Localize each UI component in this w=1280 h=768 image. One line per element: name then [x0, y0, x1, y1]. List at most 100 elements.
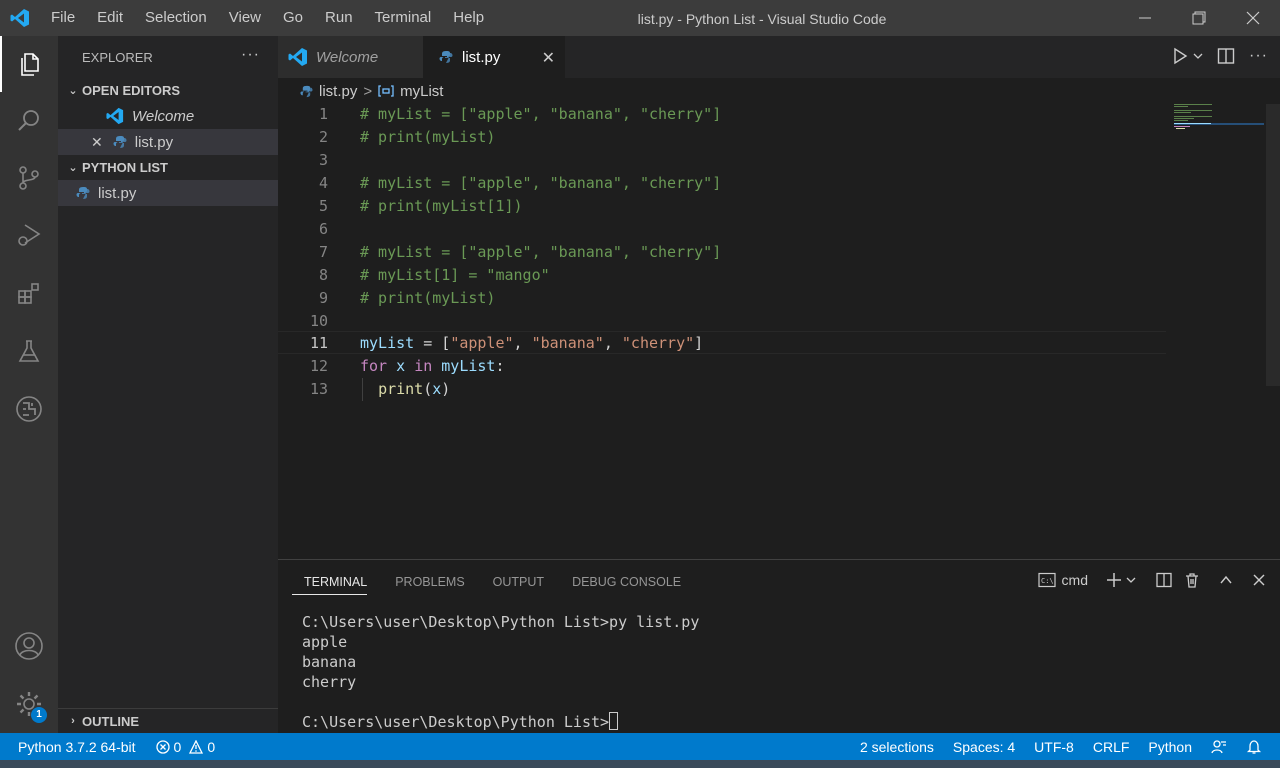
- language-mode[interactable]: Python: [1148, 739, 1192, 755]
- editor-actions: ···: [1171, 47, 1268, 65]
- tab-terminal[interactable]: TERMINAL: [278, 560, 381, 604]
- menu-help[interactable]: Help: [442, 0, 495, 36]
- line-text: print(x): [378, 380, 451, 398]
- terminal-prompt-line[interactable]: C:\Users\user\Desktop\Python List>: [302, 712, 619, 732]
- breadcrumb-separator: >: [363, 82, 373, 100]
- line-number: 12: [309, 357, 328, 375]
- close-icon[interactable]: ✕: [91, 134, 103, 151]
- trash-icon[interactable]: [1184, 572, 1200, 588]
- python-file-icon: [76, 187, 90, 199]
- code-editor[interactable]: 1 # myList = ["apple", "banana", "cherry"…: [278, 102, 1280, 558]
- run-file-icon[interactable]: [1171, 47, 1189, 65]
- menu-terminal[interactable]: Terminal: [364, 0, 443, 36]
- chevron-right-icon: ›: [71, 715, 75, 727]
- code-line: 9 # print(myList): [278, 287, 1166, 310]
- code-line: 13 print(x): [278, 378, 1166, 401]
- line-number: 5: [318, 197, 328, 215]
- menu-go[interactable]: Go: [272, 0, 314, 36]
- menu-view[interactable]: View: [218, 0, 272, 36]
- project-folder-label: PYTHON LIST: [82, 160, 168, 175]
- line-text: # myList[1] = "mango": [360, 266, 550, 284]
- open-editor-label: Welcome: [132, 107, 195, 125]
- chevron-up-icon[interactable]: [1218, 572, 1234, 588]
- python-interpreter[interactable]: Python 3.7.2 64-bit: [18, 739, 136, 755]
- tab-problems[interactable]: PROBLEMS: [381, 560, 478, 604]
- explorer-icon[interactable]: [0, 36, 58, 92]
- close-panel-icon[interactable]: [1252, 573, 1266, 587]
- settings-gear-icon[interactable]: [0, 676, 58, 732]
- line-number: 11: [309, 334, 328, 352]
- more-actions-icon[interactable]: ···: [1249, 47, 1268, 65]
- extensions-icon[interactable]: [0, 265, 58, 321]
- line-text: # print(myList): [360, 128, 496, 146]
- python-list-section[interactable]: ⌄ PYTHON LIST: [58, 155, 278, 180]
- open-editors-label: OPEN EDITORS: [82, 83, 181, 98]
- minimap[interactable]: [1174, 103, 1264, 133]
- minimize-button[interactable]: [1118, 0, 1172, 36]
- line-number: 7: [318, 243, 328, 261]
- code-line: 12 for x in myList:: [278, 355, 1166, 378]
- source-control-icon[interactable]: [0, 150, 58, 206]
- split-terminal-icon[interactable]: [1156, 572, 1172, 588]
- vscode-file-icon: [106, 107, 124, 125]
- breadcrumb-symbol[interactable]: myList: [400, 83, 443, 100]
- code-line: 1 # myList = ["apple", "banana", "cherry"…: [278, 103, 1166, 126]
- file-list-py[interactable]: list.py: [58, 180, 278, 206]
- editor-scrollbar[interactable]: [1266, 104, 1280, 386]
- menu-run[interactable]: Run: [314, 0, 364, 36]
- menu-file[interactable]: File: [40, 0, 86, 36]
- python-file-icon: [113, 136, 127, 148]
- menu-selection[interactable]: Selection: [134, 0, 218, 36]
- line-number: 8: [318, 266, 328, 284]
- panel-tabs: TERMINAL PROBLEMS OUTPUT DEBUG CONSOLE: [278, 560, 695, 604]
- tab-list-py[interactable]: list.py ✕: [423, 36, 565, 78]
- tab-output[interactable]: OUTPUT: [479, 560, 558, 604]
- shell-name[interactable]: cmd: [1062, 572, 1088, 588]
- status-left: Python 3.7.2 64-bit 0 0: [18, 733, 215, 760]
- open-editors-section[interactable]: ⌄ OPEN EDITORS: [58, 78, 278, 103]
- run-debug-icon[interactable]: [0, 207, 58, 263]
- restore-button[interactable]: [1172, 0, 1226, 36]
- encoding-status[interactable]: UTF-8: [1034, 739, 1074, 755]
- terminal-panel: TERMINAL PROBLEMS OUTPUT DEBUG CONSOLE C…: [278, 559, 1280, 733]
- open-editor-list-py[interactable]: ✕ list.py: [58, 129, 278, 155]
- line-text: for x in myList:: [360, 357, 505, 375]
- account-icon[interactable]: [0, 618, 58, 674]
- new-terminal-icon[interactable]: [1106, 572, 1122, 588]
- terminal-line: apple: [302, 633, 348, 651]
- chevron-down-icon: ⌄: [68, 85, 78, 97]
- menu-edit[interactable]: Edit: [86, 0, 134, 36]
- python-file-icon: [300, 85, 313, 97]
- problems-indicator[interactable]: 0 0: [155, 739, 215, 755]
- more-actions-icon[interactable]: ···: [241, 46, 260, 64]
- tab-welcome[interactable]: Welcome: [278, 36, 423, 78]
- line-number: 2: [318, 128, 328, 146]
- notifications-bell-icon[interactable]: [1246, 739, 1262, 755]
- indentation-status[interactable]: Spaces: 4: [953, 739, 1015, 755]
- selections-status[interactable]: 2 selections: [860, 739, 934, 755]
- open-editor-welcome[interactable]: Welcome: [58, 103, 278, 129]
- settings-badge: 1: [31, 707, 47, 723]
- line-text: # myList = ["apple", "banana", "cherry"]: [360, 243, 722, 261]
- close-window-button[interactable]: [1226, 0, 1280, 36]
- eol-status[interactable]: CRLF: [1093, 739, 1130, 755]
- title-bar: File Edit Selection View Go Run Terminal…: [0, 0, 1280, 36]
- chevron-down-icon: ⌄: [68, 162, 78, 174]
- outline-section[interactable]: › OUTLINE: [58, 708, 278, 733]
- split-editor-icon[interactable]: [1217, 47, 1235, 65]
- tab-label: list.py: [462, 48, 501, 66]
- file-label: list.py: [98, 184, 137, 202]
- chevron-down-icon[interactable]: [1126, 575, 1136, 585]
- status-bar: Python 3.7.2 64-bit 0 0 2 selections Spa…: [0, 733, 1280, 760]
- tab-debug-console[interactable]: DEBUG CONSOLE: [558, 560, 695, 604]
- python-file-icon: [439, 51, 453, 63]
- feedback-icon[interactable]: [1211, 739, 1227, 755]
- error-icon: [155, 739, 170, 754]
- testing-icon[interactable]: [0, 323, 58, 379]
- remote-icon[interactable]: [0, 381, 58, 437]
- close-tab-icon[interactable]: ✕: [542, 48, 555, 68]
- breadcrumb-file[interactable]: list.py: [319, 83, 357, 100]
- chevron-down-icon[interactable]: [1193, 51, 1203, 61]
- search-icon[interactable]: [0, 93, 58, 149]
- line-text: # myList = ["apple", "banana", "cherry"]: [360, 174, 722, 192]
